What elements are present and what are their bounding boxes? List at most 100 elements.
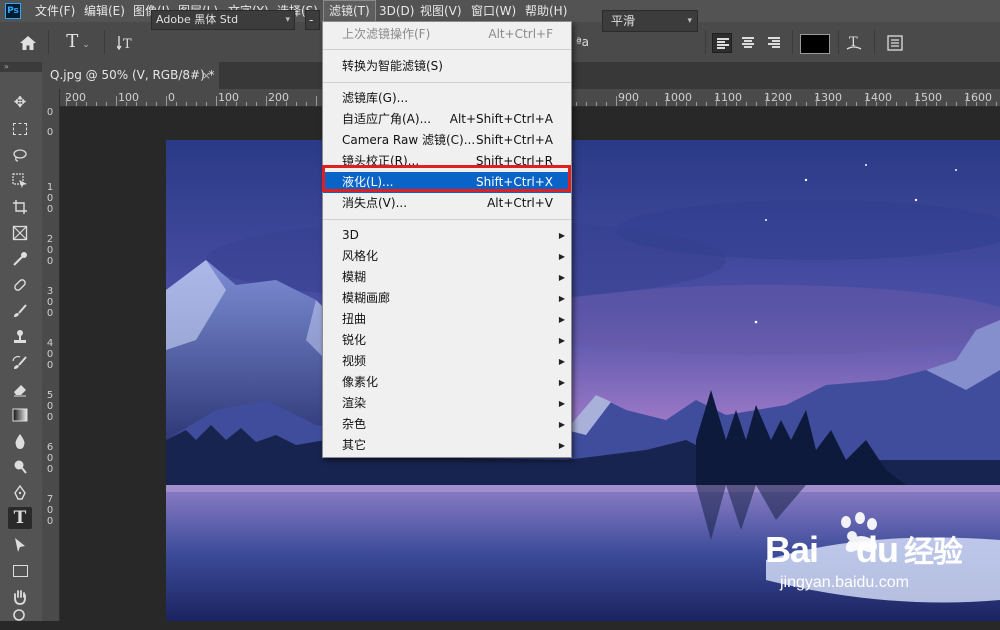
move-tool-icon[interactable]: ✥	[8, 91, 32, 113]
vertical-ruler[interactable]: 0 0 1 0 0 2 0 0 3 0 0 4 0 0 5 0 0 6 0 0 …	[42, 89, 60, 621]
align-left-icon[interactable]	[712, 33, 732, 53]
frame-tool-icon[interactable]	[8, 221, 32, 243]
clone-stamp-tool-icon[interactable]	[8, 325, 32, 347]
menu-item-noise[interactable]: 杂色 ▶	[323, 414, 571, 435]
menu-help[interactable]: 帮助(H)	[520, 0, 572, 22]
anti-alias-icon: ªa	[576, 35, 590, 49]
zoom-tool-icon[interactable]	[8, 608, 32, 630]
ruler-label: 1600	[964, 91, 992, 104]
menu-item-camera-raw[interactable]: Camera Raw 滤镜(C)... Shift+Ctrl+A	[323, 130, 571, 151]
eraser-tool-icon[interactable]	[8, 377, 32, 399]
menu-item-3d[interactable]: 3D ▶	[323, 225, 571, 246]
path-selection-tool-icon[interactable]	[8, 533, 32, 555]
ruler-tick	[856, 102, 857, 106]
type-tool-preset-picker[interactable]: T ⌄	[58, 22, 98, 65]
menu-item-convert-smart-filters[interactable]: 转换为智能滤镜(S)	[323, 56, 571, 77]
close-tab-icon[interactable]: ×	[202, 62, 211, 89]
ruler-label: 3 0 0	[46, 286, 54, 319]
photoshop-logo-icon[interactable]: Ps	[5, 3, 21, 19]
healing-brush-tool-icon[interactable]	[8, 273, 32, 295]
menu-view[interactable]: 视图(V)	[415, 0, 467, 22]
warp-text-icon[interactable]: T	[842, 22, 866, 62]
menu-item-stylize[interactable]: 风格化 ▶	[323, 246, 571, 267]
object-selection-tool-icon[interactable]	[8, 169, 32, 191]
ruler-tick	[936, 102, 937, 106]
menu-item-blur[interactable]: 模糊 ▶	[323, 267, 571, 288]
anti-alias-select[interactable]: 平滑 ▾	[602, 10, 698, 32]
menu-item-video[interactable]: 视频 ▶	[323, 351, 571, 372]
watermark-brand-du: du	[856, 529, 899, 570]
menu-item-other[interactable]: 其它 ▶	[323, 435, 571, 456]
submenu-arrow-icon: ▶	[558, 399, 565, 408]
collapse-panel-icon[interactable]: »	[0, 62, 42, 72]
toggle-text-orientation-icon[interactable]: T	[113, 22, 139, 62]
menu-item-vanishing-point[interactable]: 消失点(V)... Alt+Ctrl+V	[323, 193, 571, 214]
lasso-tool-icon[interactable]	[8, 143, 32, 165]
blur-tool-icon[interactable]	[8, 429, 32, 451]
ruler-tick	[976, 102, 977, 106]
character-panel-icon[interactable]	[884, 22, 906, 62]
menu-filter[interactable]: 滤镜(T)	[323, 0, 376, 22]
align-right-icon[interactable]	[764, 33, 784, 53]
ruler-tick	[836, 102, 837, 106]
submenu-arrow-icon: ▶	[558, 420, 565, 429]
marquee-tool-icon[interactable]	[8, 117, 32, 139]
ruler-tick	[826, 102, 827, 106]
hand-tool-icon[interactable]	[8, 585, 32, 607]
align-center-icon[interactable]	[738, 33, 758, 53]
ruler-tick	[766, 96, 767, 106]
separator	[838, 30, 839, 54]
ruler-label: 1 0 0	[46, 182, 54, 215]
menu-item-blur-gallery[interactable]: 模糊画廊 ▶	[323, 288, 571, 309]
font-family-select[interactable]: Adobe 黑体 Std ▾	[151, 10, 295, 30]
ruler-tick	[636, 102, 637, 106]
svg-text:T: T	[123, 37, 132, 52]
menu-item-sharpen[interactable]: 锐化 ▶	[323, 330, 571, 351]
menu-window[interactable]: 窗口(W)	[466, 0, 521, 22]
brush-tool-icon[interactable]	[8, 299, 32, 321]
menu-item-pixelate[interactable]: 像素化 ▶	[323, 372, 571, 393]
ruler-tick	[116, 96, 117, 106]
gradient-tool-icon[interactable]	[8, 403, 32, 425]
ruler-tick	[196, 102, 197, 106]
home-icon[interactable]	[14, 22, 42, 62]
ruler-tick	[316, 96, 317, 106]
ruler-tick	[626, 102, 627, 106]
font-style-select[interactable]: -	[305, 10, 320, 30]
ruler-tick	[156, 102, 157, 106]
rectangle-tool-icon[interactable]	[8, 559, 32, 581]
ruler-tick	[706, 102, 707, 106]
text-color-swatch[interactable]	[800, 34, 830, 54]
ruler-label: 1300	[814, 91, 842, 104]
menu-item-adaptive-wide-angle[interactable]: 自适应广角(A)... Alt+Shift+Ctrl+A	[323, 109, 571, 130]
ruler-label: 0	[46, 107, 54, 118]
ruler-tick	[606, 102, 607, 106]
ruler-tick	[646, 102, 647, 106]
document-tab[interactable]: Q.jpg @ 50% (V, RGB/8#) * ×	[42, 62, 219, 89]
menu-item-last-filter: 上次滤镜操作(F) Alt+Ctrl+F	[342, 27, 553, 41]
menu-file[interactable]: 文件(F)	[30, 0, 80, 22]
ruler-tick	[906, 102, 907, 106]
ruler-tick	[96, 102, 97, 106]
menu-edit[interactable]: 编辑(E)	[79, 0, 130, 22]
ruler-label: 7 0 0	[46, 494, 54, 527]
crop-tool-icon[interactable]	[8, 195, 32, 217]
menu-item-distort[interactable]: 扭曲 ▶	[323, 309, 571, 330]
dodge-tool-icon[interactable]	[8, 455, 32, 477]
ruler-tick	[986, 102, 987, 106]
submenu-arrow-icon: ▶	[558, 273, 565, 282]
ruler-tick	[816, 96, 817, 106]
submenu-arrow-icon: ▶	[558, 294, 565, 303]
liquify-callout-box	[322, 165, 571, 192]
ruler-tick	[616, 96, 617, 106]
menu-item-render[interactable]: 渲染 ▶	[323, 393, 571, 414]
eyedropper-tool-icon[interactable]	[8, 247, 32, 269]
ruler-tick	[916, 96, 917, 106]
history-brush-tool-icon[interactable]	[8, 351, 32, 373]
pen-tool-icon[interactable]	[8, 481, 32, 503]
ruler-tick	[596, 102, 597, 106]
menu-3d[interactable]: 3D(D)	[374, 0, 419, 22]
ruler-tick	[576, 102, 577, 106]
type-tool-icon[interactable]: T	[8, 507, 32, 529]
menu-item-filter-gallery[interactable]: 滤镜库(G)...	[323, 88, 571, 109]
